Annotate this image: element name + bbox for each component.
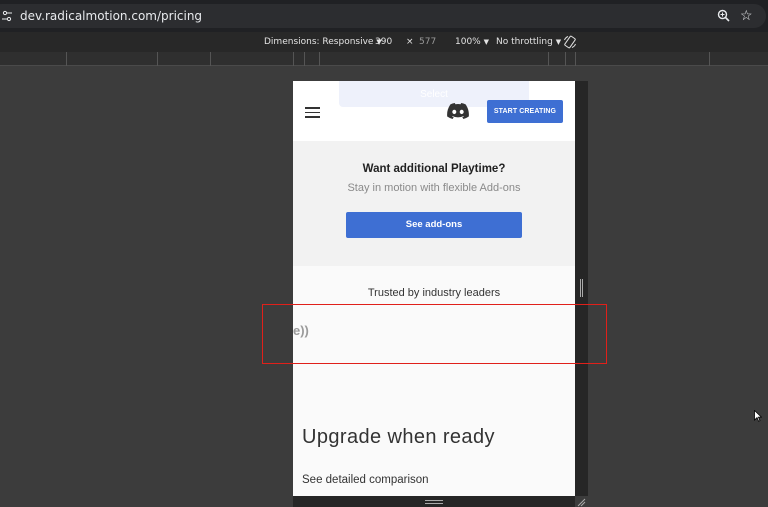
device-viewport: Select START CREATING Want additional Pl… — [293, 81, 575, 496]
upgrade-heading: Upgrade when ready — [302, 426, 495, 448]
zoom-label: 100% — [455, 37, 481, 47]
see-addons-button[interactable]: See add-ons — [346, 212, 522, 238]
zoom-dropdown[interactable]: 100% ▼ — [455, 37, 489, 47]
ruler-tick — [548, 52, 549, 66]
ruler-tick — [575, 52, 576, 66]
dimensions-dropdown[interactable]: Dimensions: Responsive ▼ — [264, 37, 382, 47]
height-input[interactable]: 577 — [419, 37, 436, 47]
hamburger-icon[interactable] — [305, 107, 320, 118]
ruler-tick — [210, 52, 211, 66]
addons-title: Want additional Playtime? — [362, 163, 506, 175]
chevron-down-icon: ▼ — [483, 38, 489, 46]
zoom-icon[interactable] — [716, 8, 732, 24]
browser-address-bar: dev.radicalmotion.com/pricing ☆ — [0, 0, 768, 32]
media-query-ruler — [0, 52, 768, 66]
resize-corner-icon[interactable] — [576, 497, 586, 507]
bookmark-star-icon[interactable]: ☆ — [740, 7, 753, 23]
trusted-section: Trusted by industry leaders e)) — [293, 266, 575, 496]
rotate-icon[interactable] — [563, 35, 577, 49]
addons-subtitle: Stay in motion with flexible Add-ons — [347, 182, 521, 194]
resize-handle-bottom[interactable] — [425, 500, 443, 504]
dimensions-label: Dimensions: Responsive — [264, 37, 374, 47]
discord-icon[interactable] — [447, 103, 469, 119]
highlight-box — [262, 304, 607, 364]
times-separator: × — [406, 37, 414, 47]
ruler-tick — [304, 52, 305, 66]
resize-handle-right[interactable] — [580, 279, 583, 297]
addons-section: Want additional Playtime? Stay in motion… — [293, 141, 575, 266]
chevron-down-icon: ▼ — [555, 38, 562, 46]
site-navbar: START CREATING — [293, 81, 575, 141]
throttling-dropdown[interactable]: No throttling ▼ — [496, 37, 561, 47]
ruler-tick — [66, 52, 67, 66]
url-text[interactable]: dev.radicalmotion.com/pricing — [20, 9, 202, 23]
ruler-tick — [565, 52, 566, 66]
ruler-tick — [319, 52, 320, 66]
device-toolbar: Dimensions: Responsive ▼ 390 × 577 100% … — [0, 32, 768, 52]
site-settings-icon[interactable] — [2, 10, 12, 22]
ruler-tick — [293, 52, 294, 66]
mouse-cursor-icon — [754, 410, 762, 422]
ruler-tick — [709, 52, 710, 66]
start-creating-button[interactable]: START CREATING — [487, 100, 563, 123]
throttling-label: No throttling — [496, 37, 553, 47]
detailed-comparison-link[interactable]: See detailed comparison — [302, 474, 429, 486]
ruler-tick — [157, 52, 158, 66]
trusted-title: Trusted by industry leaders — [367, 287, 501, 299]
width-input[interactable]: 390 — [375, 37, 392, 47]
